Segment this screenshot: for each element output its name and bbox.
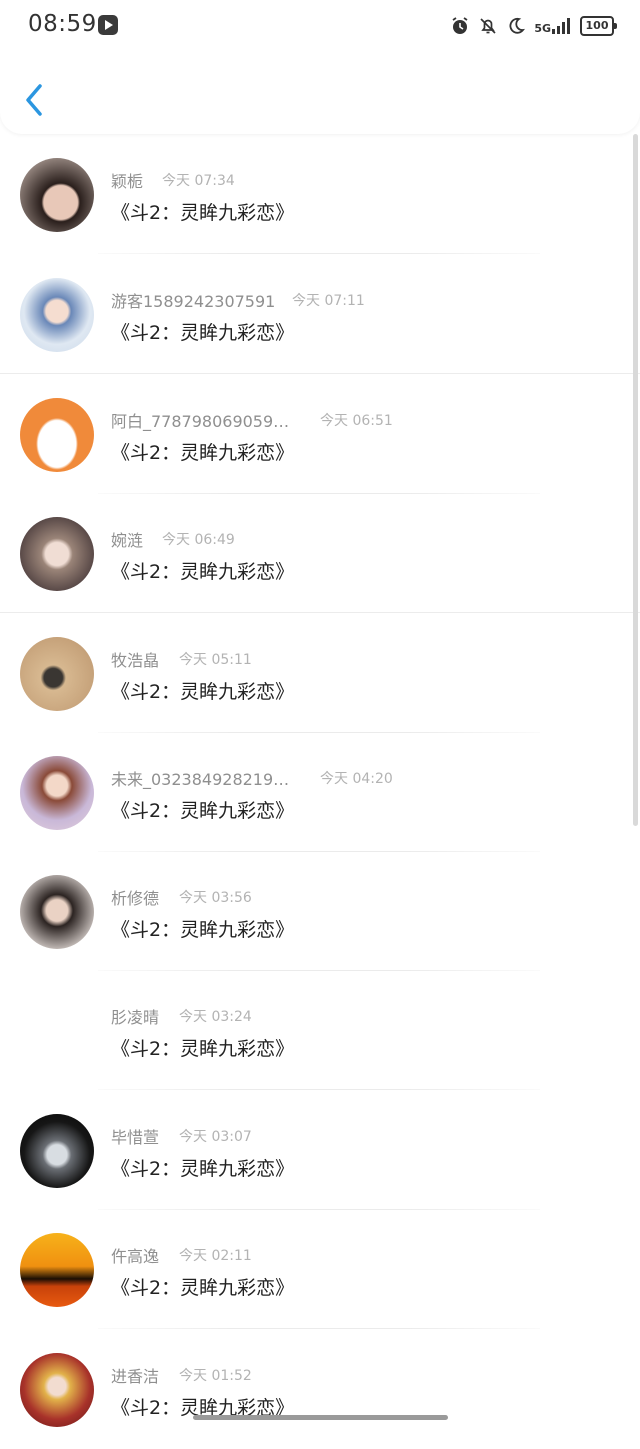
media-play-icon [98,15,118,35]
message-row[interactable]: 析修德 今天 03:56 《斗2：灵眸九彩恋》 [0,851,640,971]
message-time: 今天 07:11 [292,293,365,309]
message-text: 《斗2：灵眸九彩恋》 [111,202,295,224]
message-time: 今天 03:56 [179,890,252,906]
network-type: 5G [534,22,551,35]
sender-name[interactable]: 进香洁 [111,1363,159,1387]
moon-icon [509,17,526,34]
message-row[interactable]: 毕惜萱 今天 03:07 《斗2：灵眸九彩恋》 [0,1090,640,1210]
message-row[interactable]: 未来_032384928219… 今天 04:20 《斗2：灵眸九彩恋》 [0,732,640,852]
alarm-icon [452,17,468,34]
message-text: 《斗2：灵眸九彩恋》 [111,919,295,941]
signal-bars-icon [552,18,570,34]
message-time: 今天 01:52 [179,1368,252,1384]
sender-name[interactable]: 肜凌晴 [111,1004,159,1028]
avatar-placeholder[interactable] [20,994,94,1068]
message-row[interactable]: 肜凌晴 今天 03:24 《斗2：灵眸九彩恋》 [0,970,640,1090]
message-time: 今天 03:07 [179,1129,252,1145]
avatar-sunset-tree[interactable] [20,1233,94,1307]
sender-name[interactable]: 游客1589242307591 [111,288,275,312]
status-time: 08:59 [28,11,97,37]
top-bar: 08:59 5G 100 [0,0,640,134]
status-bar: 08:59 5G 100 [0,0,640,52]
sender-name[interactable]: 颖栀 [111,168,143,192]
message-time: 今天 05:11 [179,652,252,668]
message-row[interactable]: 游客1589242307591 今天 07:11 《斗2：灵眸九彩恋》 [0,254,640,374]
sender-name[interactable]: 毕惜萱 [111,1124,159,1148]
status-icons: 5G 100 [450,14,617,38]
message-row[interactable]: 阿白_778798069059… 今天 06:51 《斗2：灵眸九彩恋》 [0,374,640,494]
sender-name[interactable]: 仵高逸 [111,1243,159,1267]
message-time: 今天 02:11 [179,1248,252,1264]
avatar-anime-blonde[interactable] [20,1353,94,1427]
avatar-anime-boy-hat[interactable] [20,278,94,352]
message-row[interactable]: 婉涟 今天 06:49 《斗2：灵眸九彩恋》 [0,493,640,613]
message-time: 今天 06:49 [162,532,235,548]
avatar-cartoon-bunny[interactable] [20,398,94,472]
chevron-left-icon[interactable] [18,78,54,122]
avatar-anime-flowers[interactable] [20,756,94,830]
message-time: 今天 06:51 [320,413,393,429]
message-row[interactable]: 进香洁 今天 01:52 《斗2：灵眸九彩恋》 [0,1329,640,1449]
message-time: 今天 04:20 [320,771,393,787]
sender-name[interactable]: 析修德 [111,885,159,909]
sender-name[interactable]: 阿白_778798069059… [111,408,289,432]
scrollbar[interactable] [633,134,638,826]
bell-off-icon [480,18,496,34]
sender-name[interactable]: 婉涟 [111,527,143,551]
home-indicator[interactable] [193,1415,448,1420]
message-row[interactable]: 颖栀 今天 07:34 《斗2：灵眸九彩恋》 [0,134,640,254]
message-text: 《斗2：灵眸九彩恋》 [111,681,295,703]
avatar-photo-toy[interactable] [20,637,94,711]
message-text: 《斗2：灵眸九彩恋》 [111,1158,295,1180]
message-text: 《斗2：灵眸九彩恋》 [111,1277,295,1299]
message-text: 《斗2：灵眸九彩恋》 [111,442,295,464]
message-time: 今天 03:24 [179,1009,252,1025]
sender-name[interactable]: 未来_032384928219… [111,766,289,790]
sender-name[interactable]: 牧浩皛 [111,647,159,671]
message-text: 《斗2：灵眸九彩恋》 [111,800,295,822]
message-text: 《斗2：灵眸九彩恋》 [111,561,295,583]
avatar-crystal-trophy[interactable] [20,1114,94,1188]
battery-icon: 100 [580,16,617,36]
message-text: 《斗2：灵眸九彩恋》 [111,322,295,344]
message-time: 今天 07:34 [162,173,235,189]
avatar-girl-photo[interactable] [20,875,94,949]
signal-icon: 5G [534,18,570,34]
message-text: 《斗2：灵眸九彩恋》 [111,1038,295,1060]
message-row[interactable]: 牧浩皛 今天 05:11 《斗2：灵眸九彩恋》 [0,613,640,733]
avatar-girl-dark-hair[interactable] [20,158,94,232]
message-row[interactable]: 仵高逸 今天 02:11 《斗2：灵眸九彩恋》 [0,1209,640,1329]
avatar-anime-girl[interactable] [20,517,94,591]
